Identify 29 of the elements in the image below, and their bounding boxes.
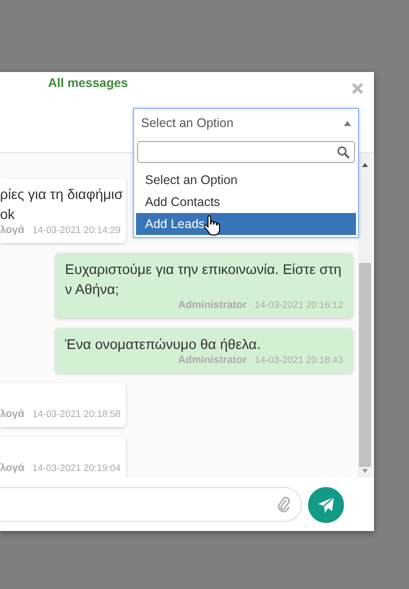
caret-icon: [344, 120, 351, 126]
message-sender: λογά: [0, 224, 24, 237]
dropdown-option[interactable]: Select an Option: [136, 169, 356, 191]
message-text: ν Αθήνα;: [65, 280, 120, 299]
message-time: 14-03-2021 20:18:58: [32, 408, 121, 421]
dropdown-option[interactable]: Add Leads: [136, 213, 356, 235]
close-icon[interactable]: [351, 82, 364, 95]
message-sender: λογά: [0, 408, 24, 421]
paper-plane-icon: [316, 494, 336, 514]
option-select[interactable]: Select an Option: [134, 109, 358, 138]
message-text: Ένα ονοματεπώνυμο θα ήθελα.: [65, 335, 262, 354]
scrollbar[interactable]: [358, 153, 372, 478]
message-text: ρίες για τη διαφήμισ: [0, 185, 123, 204]
header-title: All messages: [48, 76, 128, 90]
message-text: Ευχαριστούμε για την επικοινωνία. Είστε στη: [65, 260, 342, 279]
message-input[interactable]: [0, 487, 302, 522]
message-text: ok: [0, 205, 15, 224]
message-sender: Administrator: [178, 299, 247, 312]
dropdown-option[interactable]: Add Contacts: [136, 191, 356, 213]
send-button[interactable]: [308, 486, 344, 522]
search-field[interactable]: [137, 141, 355, 163]
message-sender: λογά: [0, 462, 24, 475]
message-time: 14-03-2021 20:19:04: [32, 462, 121, 475]
message-sender: Administrator: [178, 354, 247, 367]
message-time: 14-03-2021 20:18:43: [254, 354, 343, 367]
message-time: 14-03-2021 20:16:12: [254, 299, 343, 312]
search-icon: [337, 146, 350, 158]
paperclip-icon[interactable]: [277, 496, 291, 514]
message-time: 14-03-2021 20:14:29: [32, 224, 121, 237]
